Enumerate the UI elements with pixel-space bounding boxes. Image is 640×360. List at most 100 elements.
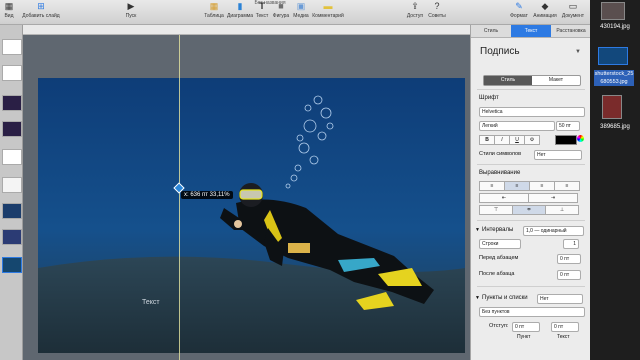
indent-icon[interactable]: ⇥ [528, 193, 578, 203]
add-slide-button[interactable]: ⊞ Добавить слайд [20, 1, 62, 23]
divider [477, 220, 585, 221]
slide-thumbnail[interactable] [2, 95, 22, 111]
outdent-icon[interactable]: ⇤ [479, 193, 529, 203]
spacing-select[interactable]: 1,0 — одинарный [523, 226, 584, 236]
bullet-indent-field[interactable]: 0 пт [512, 322, 540, 332]
horizontal-ruler [23, 25, 470, 35]
comment-icon: ▬ [323, 1, 333, 11]
vertical-alignment-buttons: ⊤ ≑ ⊥ [479, 205, 579, 215]
share-button[interactable]: ⇪ Доступ [404, 1, 426, 23]
before-paragraph-field[interactable]: 0 пт [557, 254, 581, 264]
bold-button[interactable]: B [479, 135, 495, 145]
slide-thumbnail[interactable] [2, 149, 22, 165]
slide-canvas: Текст [23, 35, 470, 360]
align-right-icon[interactable]: ≡ [529, 181, 555, 191]
tab-arrange[interactable]: Расстановка [551, 25, 590, 37]
document-icon: ▭ [568, 1, 578, 11]
align-left-icon[interactable]: ≡ [479, 181, 505, 191]
animate-icon: ◆ [541, 1, 549, 11]
chart-button[interactable]: ▮ Диаграмма [226, 1, 254, 23]
play-button[interactable]: ▶ Пуск [120, 1, 142, 23]
divider [477, 89, 585, 90]
file-thumbnail[interactable] [602, 95, 622, 119]
lines-select[interactable]: Строки [479, 239, 521, 249]
position-tooltip: x: 636 пт 33,11% [181, 191, 233, 199]
chevron-down-icon[interactable]: ▼ [575, 49, 581, 55]
align-top-icon[interactable]: ⊤ [479, 205, 513, 215]
plus-icon: ⊞ [37, 1, 45, 11]
align-justify-icon[interactable]: ≡ [554, 181, 580, 191]
slide-thumbnail[interactable] [2, 229, 22, 245]
file-thumbnail-selected[interactable] [598, 47, 628, 65]
tab-text[interactable]: Текст [511, 25, 551, 37]
chart-icon: ▮ [237, 1, 243, 11]
shape-icon: ■ [278, 1, 284, 11]
play-icon: ▶ [127, 1, 135, 11]
bullet-type-select[interactable]: Без пунктов [479, 307, 585, 317]
text-indent-field[interactable]: 0 пт [551, 322, 579, 332]
slide-thumbnail[interactable] [2, 121, 22, 137]
tips-button[interactable]: ? Советы [426, 1, 448, 23]
table-icon: ▦ [209, 1, 219, 11]
color-picker-icon[interactable] [577, 135, 584, 142]
segment-style[interactable]: Стиль [484, 76, 532, 85]
file-name: 389685.jpg [600, 124, 630, 130]
media-button[interactable]: ▣ Медиа [291, 1, 311, 23]
desktop-files: 430194.jpg shutterstock_25 680553.jpg 38… [590, 0, 640, 360]
document-button[interactable]: ▭ Документ [560, 1, 586, 23]
shape-button[interactable]: ■ Фигура [271, 1, 291, 23]
after-paragraph-field[interactable]: 0 пт [557, 270, 581, 280]
toolbar: Без названия ▦ Вид ⊞ Добавить слайд ▶ Пу… [0, 0, 590, 25]
disclosure-triangle-icon[interactable]: ▼ [475, 295, 480, 301]
align-center-icon[interactable]: ≡ [504, 181, 530, 191]
text-caption: Текст [557, 334, 570, 340]
slide-thumbnail[interactable] [2, 65, 22, 81]
bullets-label: Пункты и списки [482, 295, 528, 301]
text-button[interactable]: T Текст [254, 1, 270, 23]
slide[interactable] [38, 78, 465, 353]
bullets-select[interactable]: Нет [537, 294, 583, 304]
char-styles-select[interactable]: Нет [534, 150, 582, 160]
spacing-label: Интервалы [482, 227, 514, 233]
media-icon: ▣ [296, 1, 306, 11]
align-bottom-icon[interactable]: ⊥ [545, 205, 579, 215]
file-name: 430194.jpg [600, 24, 630, 30]
text-placeholder[interactable]: Текст [142, 299, 160, 306]
view-button[interactable]: ▦ Вид [2, 1, 16, 23]
diver-photo [38, 78, 465, 353]
font-size-field[interactable]: 50 пт [556, 121, 580, 131]
file-thumbnail[interactable] [601, 2, 625, 20]
gear-icon[interactable]: ⚙ [524, 135, 540, 145]
indent-label: Отступ: [489, 323, 509, 329]
font-family-select[interactable]: Helvetica [479, 107, 585, 117]
style-layout-segment: Стиль Макет [483, 75, 581, 86]
animate-button[interactable]: ◆ Анимация [532, 1, 558, 23]
underline-button[interactable]: U [509, 135, 525, 145]
comment-button[interactable]: ▬ Комментарий [311, 1, 345, 23]
divider [477, 286, 585, 287]
disclosure-triangle-icon[interactable]: ▼ [475, 227, 480, 233]
slide-thumbnail[interactable] [2, 203, 22, 219]
before-paragraph-label: Перед абзацем [479, 255, 519, 261]
align-middle-icon[interactable]: ≑ [512, 205, 546, 215]
slide-thumbnail[interactable] [2, 177, 22, 193]
font-style-select[interactable]: Легкий [479, 121, 555, 131]
lines-field[interactable]: 1 [563, 239, 579, 249]
after-paragraph-label: После абзаца [479, 271, 515, 277]
slide-thumbnail[interactable] [2, 39, 22, 55]
tab-style[interactable]: Стиль [471, 25, 511, 37]
text-icon: T [259, 1, 265, 11]
tips-icon: ? [434, 1, 440, 11]
text-color-well[interactable] [555, 135, 577, 145]
slide-thumbnail-selected[interactable] [2, 257, 22, 273]
share-icon: ⇪ [411, 1, 419, 11]
bullet-caption: Пункт [517, 334, 531, 340]
view-icon: ▦ [4, 1, 14, 11]
table-button[interactable]: ▦ Таблица [202, 1, 226, 23]
alignment-guide [179, 35, 180, 360]
italic-button[interactable]: I [494, 135, 510, 145]
segment-layout[interactable]: Макет [532, 76, 580, 85]
format-button[interactable]: ✎ Формат [508, 1, 530, 23]
font-section-label: Шрифт [479, 95, 499, 101]
char-styles-label: Стили символов [479, 151, 522, 157]
